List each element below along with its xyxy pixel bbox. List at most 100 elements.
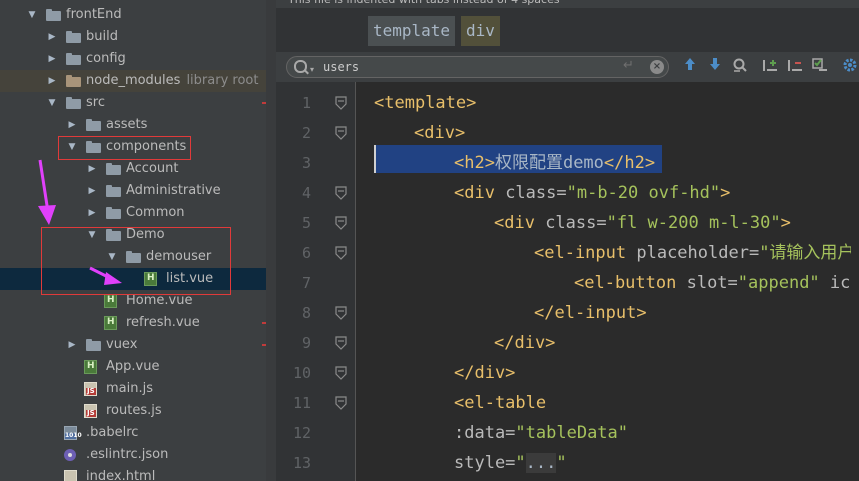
code-line[interactable]: <el-table xyxy=(454,388,546,418)
breadcrumb-item-div[interactable]: div xyxy=(461,16,500,46)
editor-scrollbar[interactable] xyxy=(851,82,859,481)
js-file-icon: JS xyxy=(84,404,97,418)
code-token: :data= xyxy=(454,423,516,443)
tree-item-label: .eslintrc.json xyxy=(86,447,169,462)
annotation-arrows xyxy=(38,159,122,285)
code-token: > xyxy=(720,183,731,203)
code-token: style= xyxy=(454,453,516,473)
tree-item-label: main.js xyxy=(106,381,153,396)
fold-marker-icon[interactable] xyxy=(334,216,348,230)
code-token: " xyxy=(556,453,567,473)
html-file-icon xyxy=(64,470,77,481)
search-icon[interactable] xyxy=(294,60,307,73)
fold-marker-icon[interactable] xyxy=(334,396,348,410)
code-token: "append" xyxy=(737,273,820,293)
remove-occurrence-icon[interactable] xyxy=(785,57,805,77)
code-token: </el-input> xyxy=(534,303,647,323)
tree-item-babelrc[interactable]: 1010 .babelrc xyxy=(0,422,276,444)
line-number[interactable]: 1 xyxy=(302,94,311,112)
code-line[interactable]: style="..." xyxy=(454,448,567,478)
code-line[interactable]: <div class="m-b-20 ovf-hd"> xyxy=(454,178,730,208)
tree-item-main-js[interactable]: JS main.js xyxy=(0,378,276,400)
tree-item-refresh-vue[interactable]: Hrefresh.vue xyxy=(0,312,276,334)
collapsed-arrow-icon[interactable]: ▶ xyxy=(66,334,78,356)
code-token: "m-b-20 ovf-hd" xyxy=(566,183,721,203)
fold-marker-icon[interactable] xyxy=(334,186,348,200)
line-number[interactable]: 3 xyxy=(302,154,311,172)
code-line[interactable]: <div> xyxy=(414,118,465,148)
line-number[interactable]: 6 xyxy=(302,244,311,262)
line-number[interactable]: 8 xyxy=(302,304,311,322)
newline-icon[interactable]: ↵ xyxy=(623,58,634,73)
indent-notice: This file is indented with tabs instead … xyxy=(276,0,859,8)
clear-search-icon[interactable]: × xyxy=(650,60,664,74)
folded-region[interactable]: ... xyxy=(525,453,557,473)
search-history-dropdown-icon[interactable]: ▾ xyxy=(310,65,314,74)
vue-file-icon: H xyxy=(84,360,97,374)
code-line[interactable]: </div> xyxy=(454,358,515,388)
code-token: "请输入用户 xyxy=(759,243,855,263)
folder-icon xyxy=(86,339,101,351)
tree-item-index-html[interactable]: index.html xyxy=(0,466,276,481)
tree-item-app-vue[interactable]: H App.vue xyxy=(0,356,276,378)
up-arrow-icon[interactable] xyxy=(680,57,700,77)
fold-marker-icon[interactable] xyxy=(334,246,348,260)
code-line[interactable]: <el-button slot="append" icon xyxy=(574,268,859,298)
down-arrow-icon[interactable] xyxy=(705,57,725,77)
code-token: <template> xyxy=(374,93,477,113)
line-number[interactable]: 13 xyxy=(293,454,311,472)
breadcrumb-item-template[interactable]: template xyxy=(368,16,456,46)
code-token: <h2> xyxy=(454,153,495,173)
code-line[interactable]: :data="tableData" xyxy=(454,418,628,448)
code-token: <el-table xyxy=(454,393,547,413)
line-number[interactable]: 7 xyxy=(302,274,311,292)
line-number[interactable]: 4 xyxy=(302,184,311,202)
line-number[interactable]: 12 xyxy=(293,424,311,442)
code-line[interactable]: </el-input> xyxy=(534,298,647,328)
search-query[interactable]: users xyxy=(323,57,359,77)
code-token: </h2> xyxy=(603,153,656,173)
line-number[interactable]: 9 xyxy=(302,334,311,352)
tree-item-eslintrc-json[interactable]: .eslintrc.json xyxy=(0,444,276,466)
code-token: " xyxy=(515,453,526,473)
line-number[interactable]: 10 xyxy=(293,364,311,382)
json-file-icon xyxy=(64,449,76,461)
code-line[interactable]: <el-input placeholder="请输入用户 xyxy=(534,238,854,268)
tree-item-label: index.html xyxy=(86,469,156,481)
add-occurrence-icon[interactable] xyxy=(760,57,780,77)
code-token: <div xyxy=(494,213,546,233)
search-input[interactable]: ▾ users ↵ × xyxy=(286,56,669,78)
code-token: <div xyxy=(454,183,506,203)
fold-marker-icon[interactable] xyxy=(334,126,348,140)
tree-item-vuex[interactable]: ▶ vuex xyxy=(0,334,276,356)
code-token: class= xyxy=(545,213,607,233)
code-token: <el-button xyxy=(574,273,687,293)
text-caret xyxy=(374,145,376,173)
line-number[interactable]: 11 xyxy=(293,394,311,412)
line-number[interactable]: 5 xyxy=(302,214,311,232)
code-line[interactable]: <div class="fl w-200 m-l-30"> xyxy=(494,208,791,238)
fold-marker-icon[interactable] xyxy=(334,366,348,380)
code-line[interactable]: <template> xyxy=(374,88,476,118)
tree-item-routes-js[interactable]: JS routes.js xyxy=(0,400,276,422)
code-token: "fl w-200 m-l-30" xyxy=(606,213,781,233)
code-line[interactable]: <h2>权限配置demo</h2> xyxy=(454,148,655,178)
find-all-icon[interactable] xyxy=(730,57,750,77)
tree-item-label: App.vue xyxy=(106,359,160,374)
settings-icon[interactable] xyxy=(840,57,859,77)
vue-file-icon: H xyxy=(104,316,117,330)
select-all-occurrences-icon[interactable] xyxy=(810,57,830,77)
code-token: > xyxy=(780,213,791,233)
line-gutter[interactable]: 1 2 3 4 5 6 7 8 9 10 11 12 13 xyxy=(276,82,356,481)
tree-item-label: .babelrc xyxy=(86,425,139,440)
line-number[interactable]: 2 xyxy=(302,124,311,142)
tree-item-label: vuex xyxy=(106,337,138,352)
code-editor: This file is indented with tabs instead … xyxy=(276,0,859,481)
config-file-icon: 1010 xyxy=(64,426,82,440)
code-line[interactable]: </div> xyxy=(494,328,555,358)
fold-marker-icon[interactable] xyxy=(334,96,348,110)
fold-marker-icon[interactable] xyxy=(334,306,348,320)
find-bar: ▾ users ↵ × xyxy=(276,52,859,83)
js-file-icon: JS xyxy=(84,382,97,396)
fold-marker-icon[interactable] xyxy=(334,336,348,350)
